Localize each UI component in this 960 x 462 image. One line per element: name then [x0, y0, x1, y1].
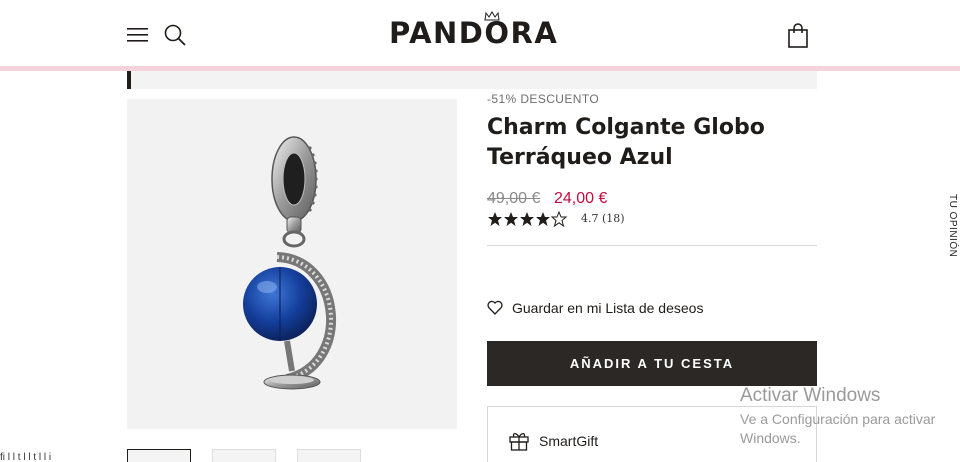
smartgift-label: SmartGift [539, 433, 599, 449]
star-icon [504, 212, 518, 226]
wishlist-label: Guardar en mi Lista de deseos [512, 300, 704, 316]
price-original: 49,00 € [487, 190, 541, 207]
discount-label: -51% DESCUENTO [487, 92, 600, 106]
windows-activation-subtitle: Ve a Configuración para activar Windows. [740, 411, 936, 446]
search-icon[interactable] [163, 23, 187, 47]
shopping-bag-icon[interactable] [787, 23, 809, 49]
cookie-banner-fragment: fi l l t l l t l l i [0, 452, 52, 462]
pandora-logo[interactable]: PANDORA [389, 14, 557, 50]
promo-strip [127, 71, 817, 89]
windows-activation-title: Activar Windows [740, 385, 881, 406]
feedback-tab[interactable]: TU OPINIÓN [944, 194, 960, 270]
crown-icon [484, 11, 500, 21]
rating-stars[interactable] [487, 211, 571, 227]
product-title: Charm Colgante Globo Terráqueo Azul [487, 115, 765, 170]
section-divider [487, 245, 817, 246]
rating-count[interactable]: 4.7 (18) [581, 212, 625, 225]
thumbnail-3[interactable] [297, 449, 361, 462]
star-half-outline-icon [550, 211, 568, 227]
add-to-cart-button[interactable]: AÑADIR A TU CESTA [487, 341, 817, 386]
feedback-label: TU OPINIÓN [947, 194, 958, 258]
gift-icon [509, 432, 529, 451]
star-icon [520, 212, 534, 226]
globe-charm-illustration [243, 136, 336, 390]
product-image[interactable] [127, 99, 457, 429]
site-header: PANDORA [0, 0, 960, 67]
star-icon [488, 212, 502, 226]
star-icon [536, 212, 550, 226]
price-sale: 24,00 € [554, 190, 608, 207]
heart-icon [487, 300, 503, 315]
hamburger-menu-icon[interactable] [127, 25, 149, 45]
